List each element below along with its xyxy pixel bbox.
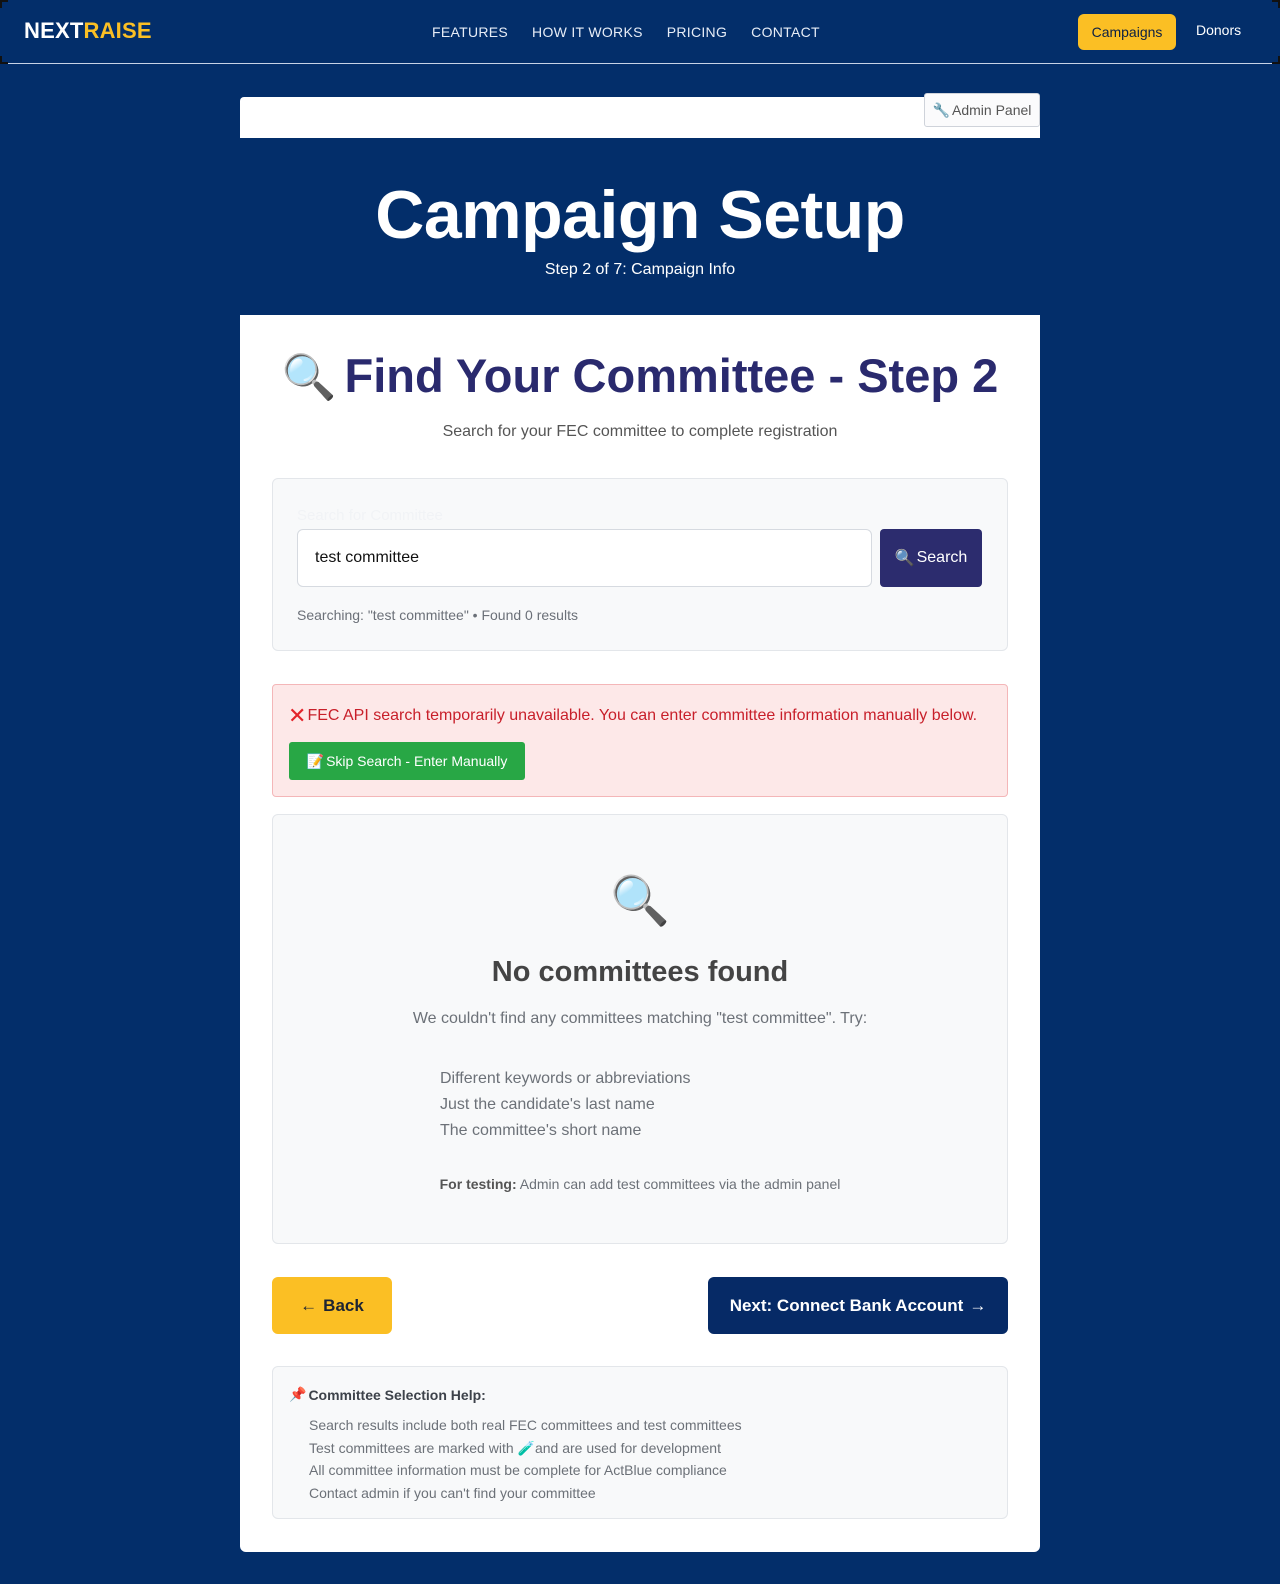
campaigns-button[interactable]: Campaigns [1078,14,1176,50]
error-alert [272,684,1008,797]
next-button[interactable]: Next: Connect Bank Account → [708,1277,1008,1334]
magnifier-icon: 🔍 [894,550,915,567]
testing-note: For testing: Admin can add test committe… [0,1176,1280,1192]
help-title-text: Committee Selection Help: [308,1386,486,1403]
frame-corner [0,0,8,8]
help-list: Search results include both real FEC com… [309,1414,742,1504]
arrow-right-icon: → [969,1295,987,1315]
step-indicator: Step 2 of 7: Campaign Info [544,261,736,278]
next-button-label: Next: Connect Bank Account [729,1295,964,1315]
skip-search-label: Skip Search - Enter Manually [326,753,508,769]
list-item: The committee's short name [440,1122,642,1139]
list-item: Different keywords or abbreviations [440,1070,691,1087]
section-lead: Search for your FEC committee to complet… [442,423,838,440]
help-item-text: and are used for development [534,1439,721,1456]
frame-corner [1272,0,1280,8]
committee-search-input[interactable]: test committee [297,529,872,587]
section-heading-text: Find Your Committee - Step 2 [344,349,999,402]
back-button-label: Back [323,1295,364,1315]
donors-link[interactable]: Donors [1196,22,1241,38]
empty-state-subtitle: We couldn't find any committees matching… [412,1010,868,1027]
brand-logo[interactable]: NEXTRAISE [24,18,152,44]
list-item: All committee information must be comple… [309,1462,727,1478]
search-button[interactable]: 🔍 Search [880,529,982,587]
magnifier-icon: 🔍 [610,875,670,928]
testing-note-label: For testing: [439,1176,517,1192]
search-label: Search for Committee [297,507,443,524]
page-title: Campaign Setup [375,177,905,253]
list-item: Just the candidate's last name [440,1096,655,1113]
pushpin-icon: 📌 [289,1386,307,1402]
back-button[interactable]: ← Back [272,1277,392,1334]
admin-panel-label: Admin Panel [952,102,1032,118]
test-tube-icon: 🧪 [517,1439,535,1456]
search-tips-list: Different keywords or abbreviations Just… [440,1066,691,1144]
nav-link-features[interactable]: FEATURES [432,24,508,40]
help-item-text: Test committees are marked with [309,1439,514,1456]
nav-link-contact[interactable]: CONTACT [751,24,820,40]
error-message-text: FEC API search temporarily unavailable. … [307,707,978,724]
wrench-icon: 🔧 [932,101,951,118]
frame-corner [1272,56,1280,64]
magnifier-icon: 🔍 [281,353,337,402]
container-top-bar [240,97,1040,138]
search-button-label: Search [916,549,968,566]
empty-state-title: No committees found [491,956,789,988]
arrow-left-icon: ← [300,1295,318,1315]
logo-text-raise: RAISE [83,18,152,43]
search-status: Searching: "test committee" • Found 0 re… [297,607,578,623]
help-title: 📌 Committee Selection Help: [289,1386,486,1403]
error-message: ✕ FEC API search temporarily unavailable… [288,703,977,729]
top-navbar: NEXTRAISE FEATURES HOW IT WORKS PRICING … [0,0,1280,64]
list-item: Contact admin if you can't find your com… [309,1484,596,1501]
list-item: Search results include both real FEC com… [309,1417,742,1433]
list-item: Test committees are marked with 🧪and are… [309,1437,742,1460]
frame-corner [0,56,8,64]
nav-link-how-it-works[interactable]: HOW IT WORKS [532,24,643,40]
memo-icon: 📝 [306,752,325,769]
cross-icon: ✕ [288,703,307,728]
nav-link-pricing[interactable]: PRICING [667,24,727,40]
admin-panel-button[interactable]: 🔧 Admin Panel [924,93,1040,127]
skip-search-button[interactable]: 📝 Skip Search - Enter Manually [289,742,525,780]
testing-note-text: Admin can add test committees via the ad… [519,1176,841,1192]
section-heading: 🔍 Find Your Committee - Step 2 [0,348,1280,403]
logo-text-next: NEXT [24,18,84,43]
nav-links: FEATURES HOW IT WORKS PRICING CONTACT [432,24,820,40]
